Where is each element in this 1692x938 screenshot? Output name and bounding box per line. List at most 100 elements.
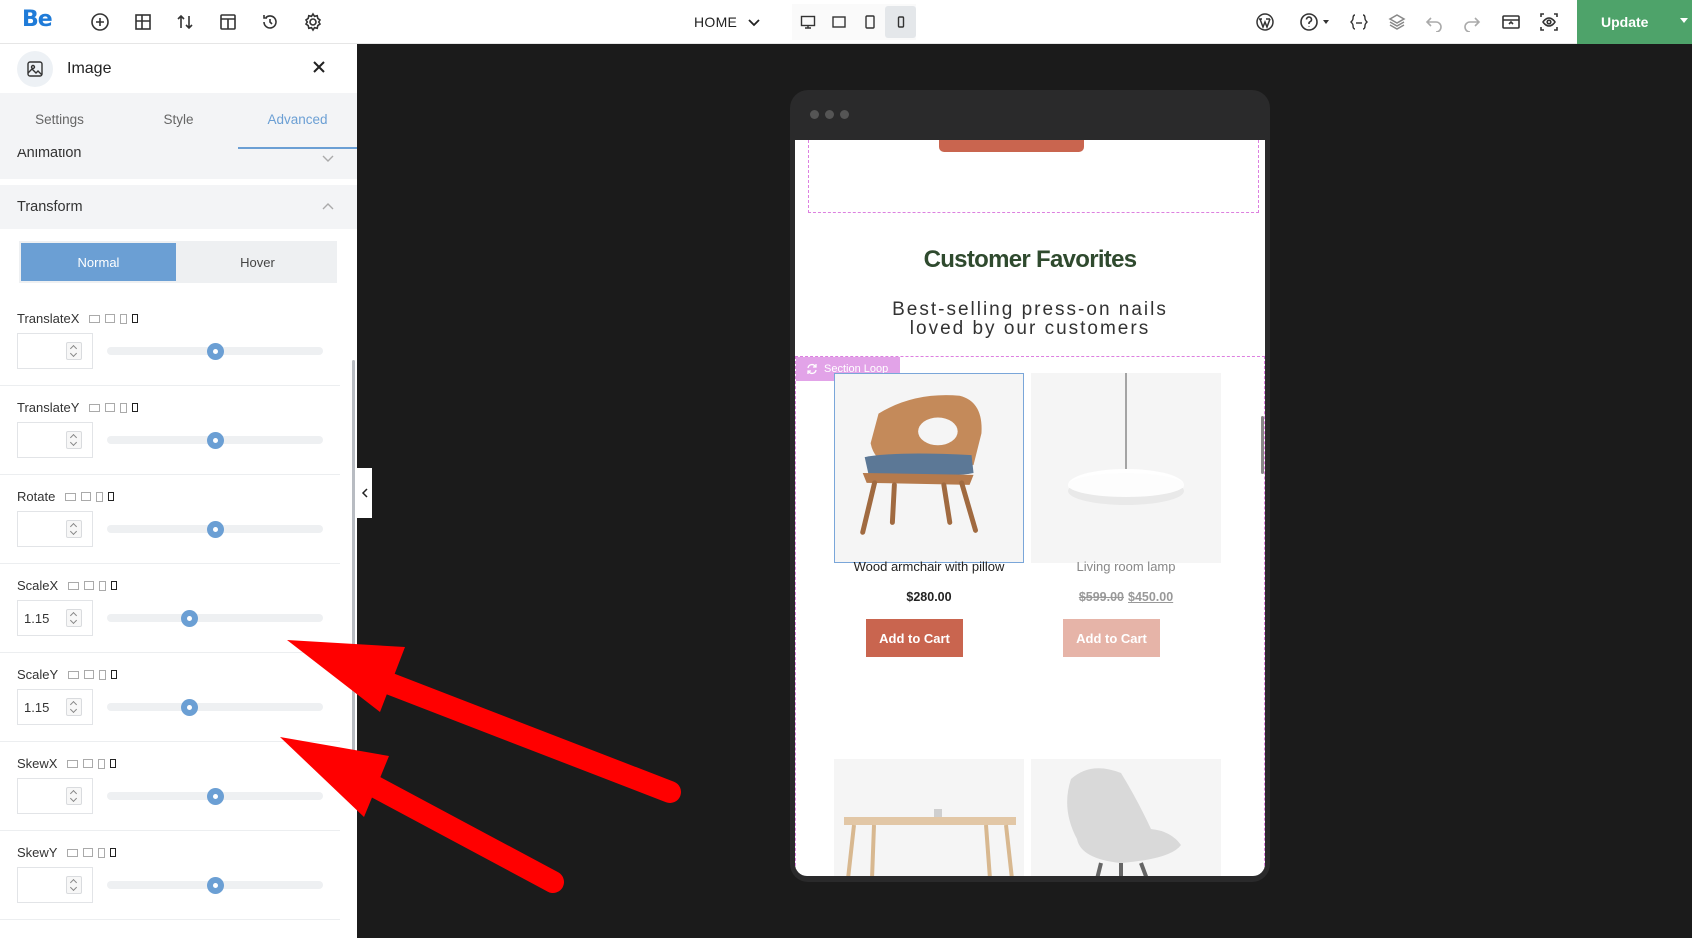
sort-icon[interactable] [171, 8, 199, 36]
tablet-icon[interactable] [120, 402, 128, 413]
slider-handle[interactable] [181, 610, 199, 627]
tablet-icon[interactable] [98, 758, 106, 769]
responsive-device-icons[interactable] [89, 402, 139, 413]
laptop-icon[interactable] [823, 6, 854, 38]
product-image-armchair[interactable] [834, 373, 1024, 563]
laptop-icon[interactable] [84, 581, 95, 590]
stepper-icon[interactable] [66, 876, 82, 894]
section-animation[interactable]: Animation [0, 149, 357, 179]
control-input[interactable]: 1.15 [17, 600, 93, 636]
history-icon[interactable] [256, 8, 284, 36]
top-section[interactable] [808, 140, 1259, 213]
caret-down-icon[interactable] [1680, 18, 1688, 23]
add-icon[interactable] [86, 8, 114, 36]
control-slider[interactable] [107, 610, 323, 627]
stepper-icon[interactable] [66, 609, 82, 627]
control-slider[interactable] [107, 699, 323, 716]
desktop-icon[interactable] [68, 581, 80, 590]
section-subtitle[interactable]: Best-selling press-on nails loved by our… [885, 300, 1175, 338]
desktop-icon[interactable] [67, 759, 79, 768]
layout-icon[interactable] [129, 8, 157, 36]
panel-scrollbar[interactable] [352, 360, 355, 800]
control-slider[interactable] [107, 788, 323, 805]
slider-handle[interactable] [207, 432, 224, 449]
slider-handle[interactable] [207, 343, 224, 360]
slider-handle[interactable] [207, 877, 224, 894]
desktop-icon[interactable] [792, 6, 823, 38]
control-slider[interactable] [107, 432, 323, 449]
slider-handle[interactable] [207, 521, 224, 538]
responsive-device-icons[interactable] [65, 491, 115, 502]
mobile-icon[interactable] [108, 492, 115, 501]
responsive-device-icons[interactable] [68, 669, 118, 680]
section-transform[interactable]: Transform [0, 185, 357, 229]
stepper-icon[interactable] [66, 787, 82, 805]
control-input[interactable] [17, 333, 93, 369]
redo-icon[interactable] [1458, 8, 1486, 36]
stepper-icon[interactable] [66, 342, 82, 360]
control-input[interactable] [17, 778, 93, 814]
tablet-icon[interactable] [96, 491, 104, 502]
tablet-icon[interactable] [99, 580, 107, 591]
preview-scrollbar[interactable] [1261, 416, 1264, 474]
mobile-icon[interactable] [132, 314, 139, 323]
laptop-icon[interactable] [105, 403, 116, 412]
mobile-icon[interactable] [111, 670, 118, 679]
desktop-icon[interactable] [89, 314, 101, 323]
tab-settings[interactable]: Settings [0, 93, 119, 149]
normal-state-button[interactable]: Normal [21, 243, 176, 281]
tab-advanced[interactable]: Advanced [238, 93, 357, 149]
tablet-icon[interactable] [854, 6, 885, 38]
undo-icon[interactable] [1420, 8, 1448, 36]
slider-handle[interactable] [207, 788, 224, 805]
add-to-cart-button[interactable]: Add to Cart [866, 619, 963, 657]
control-input[interactable] [17, 511, 93, 547]
tablet-icon[interactable] [99, 669, 107, 680]
laptop-icon[interactable] [84, 670, 95, 679]
control-input[interactable] [17, 867, 93, 903]
desktop-icon[interactable] [89, 403, 101, 412]
laptop-icon[interactable] [105, 314, 116, 323]
section-loop[interactable]: Section Loop Wood armchair with pillow $… [795, 356, 1265, 876]
section-title[interactable]: Customer Favorites [795, 246, 1265, 274]
control-slider[interactable] [107, 521, 323, 538]
tab-style[interactable]: Style [119, 93, 238, 149]
product-image-lamp[interactable] [1031, 373, 1221, 563]
update-button[interactable]: Update [1577, 0, 1692, 44]
tablet-icon[interactable] [120, 313, 128, 324]
product-name[interactable]: Living room lamp [1031, 559, 1221, 574]
top-section-button[interactable] [939, 140, 1084, 152]
settings-icon[interactable] [299, 8, 327, 36]
product-image-chair[interactable] [1031, 759, 1221, 876]
template-icon[interactable] [214, 8, 242, 36]
css-icon[interactable] [1345, 8, 1373, 36]
responsive-device-icons[interactable] [67, 758, 117, 769]
responsive-device-icons[interactable] [89, 313, 139, 324]
stepper-icon[interactable] [66, 698, 82, 716]
laptop-icon[interactable] [83, 848, 94, 857]
hover-state-button[interactable]: Hover [180, 243, 335, 281]
layers-icon[interactable] [1383, 8, 1411, 36]
slider-handle[interactable] [181, 699, 199, 716]
control-input[interactable] [17, 422, 93, 458]
stepper-icon[interactable] [66, 520, 82, 538]
desktop-icon[interactable] [67, 848, 79, 857]
desktop-icon[interactable] [68, 670, 80, 679]
stepper-icon[interactable] [66, 431, 82, 449]
product-image-table[interactable] [834, 759, 1024, 876]
control-slider[interactable] [107, 877, 323, 894]
mobile-icon[interactable] [885, 6, 916, 38]
tablet-icon[interactable] [98, 847, 106, 858]
control-input[interactable]: 1.15 [17, 689, 93, 725]
mobile-icon[interactable] [132, 403, 139, 412]
responsive-device-icons[interactable] [68, 580, 118, 591]
add-to-cart-button[interactable]: Add to Cart [1063, 619, 1160, 657]
product-name[interactable]: Wood armchair with pillow [834, 559, 1024, 574]
laptop-icon[interactable] [83, 759, 94, 768]
control-slider[interactable] [107, 343, 323, 360]
panel-collapse-handle[interactable] [357, 468, 372, 518]
preview-icon[interactable] [1497, 8, 1525, 36]
page-selector[interactable]: HOME [694, 0, 761, 44]
mobile-icon[interactable] [110, 759, 117, 768]
view-icon[interactable] [1535, 8, 1563, 36]
